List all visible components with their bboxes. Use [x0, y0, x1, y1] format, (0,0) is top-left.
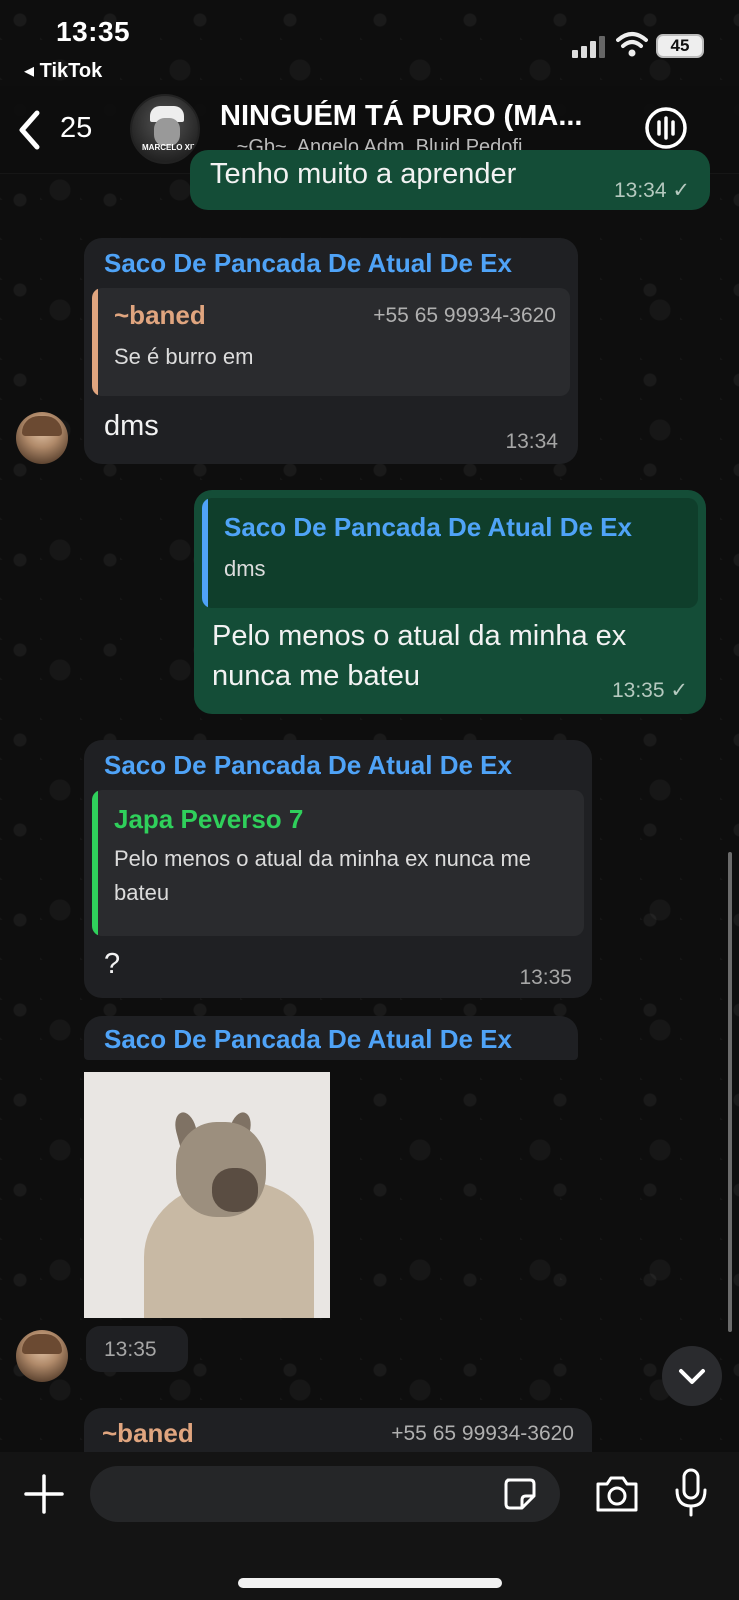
message-time: 13:35: [519, 966, 572, 989]
sender-avatar[interactable]: [16, 1330, 68, 1382]
quoted-message[interactable]: Saco De Pancada De Atual De Ex dms: [202, 498, 698, 608]
image-time-chip: 13:35: [86, 1326, 188, 1372]
microphone-icon[interactable]: [674, 1468, 708, 1518]
sender-name: ~baned: [102, 1418, 194, 1448]
sticker-icon[interactable]: [502, 1476, 538, 1512]
quote-author: Saco De Pancada De Atual De Ex: [224, 512, 632, 542]
quoted-message[interactable]: Japa Peverso 7 Pelo menos o atual da min…: [92, 790, 584, 936]
sent-check-icon: ✓: [672, 179, 690, 202]
sent-check-icon: ✓: [670, 679, 688, 702]
sender-avatar[interactable]: [16, 412, 68, 464]
message-time: 13:34 ✓: [613, 179, 690, 202]
home-indicator[interactable]: [238, 1578, 502, 1588]
camera-icon[interactable]: [594, 1474, 640, 1514]
scrollbar[interactable]: [728, 852, 732, 1332]
message-outgoing[interactable]: Tenho muito a aprender 13:34 ✓: [190, 150, 710, 210]
voice-chat-icon[interactable]: [644, 106, 688, 150]
sender-phone: +55 65 99934-3620: [391, 1422, 574, 1445]
message-time: 13:34: [505, 430, 558, 453]
back-chevron-icon[interactable]: [18, 110, 40, 150]
message-text: Tenho muito a aprender: [210, 158, 517, 190]
group-avatar[interactable]: MARCELO XIT: [130, 94, 200, 164]
quote-accent-bar: [92, 288, 98, 396]
cellular-signal-icon: [572, 36, 605, 58]
status-bar: 13:35 ◂ TikTok 45: [0, 0, 739, 86]
message-text: ?: [104, 948, 121, 980]
dog-photo[interactable]: [84, 1072, 330, 1318]
quote-accent-bar: [92, 790, 98, 936]
chevron-down-icon: [679, 1369, 705, 1384]
message-incoming-partial[interactable]: ~baned +55 65 99934-3620: [84, 1408, 592, 1452]
plus-icon[interactable]: [24, 1474, 64, 1514]
group-title[interactable]: NINGUÉM TÁ PURO (MA...: [220, 100, 583, 133]
status-time: 13:35: [56, 16, 131, 47]
message-incoming[interactable]: Saco De Pancada De Atual De Ex ~baned +5…: [84, 238, 578, 464]
quoted-message[interactable]: ~baned +55 65 99934-3620 Se é burro em: [92, 288, 570, 396]
wifi-icon: [616, 32, 648, 57]
scroll-to-bottom-button[interactable]: [662, 1346, 722, 1406]
sender-name: Saco De Pancada De Atual De Ex: [104, 750, 512, 780]
unread-count[interactable]: 25: [60, 112, 92, 145]
back-to-app-link[interactable]: ◂ TikTok: [24, 58, 102, 83]
avatar-caption: MARCELO XIT: [142, 143, 198, 152]
quote-text: Se é burro em: [114, 344, 254, 369]
message-time: 13:35 ✓: [611, 679, 688, 702]
quote-text: dms: [224, 556, 266, 581]
message-text: dms: [104, 410, 159, 442]
quote-text: Pelo menos o atual da minha ex nunca me …: [114, 846, 532, 905]
quote-phone: +55 65 99934-3620: [373, 304, 556, 327]
quote-author: ~baned: [114, 300, 206, 330]
battery-indicator: 45: [656, 34, 704, 58]
image-message-sender-header: Saco De Pancada De Atual De Ex: [84, 1016, 578, 1060]
sender-name: Saco De Pancada De Atual De Ex: [104, 1024, 512, 1054]
message-incoming[interactable]: Saco De Pancada De Atual De Ex Japa Peve…: [84, 740, 592, 998]
quote-author: Japa Peverso 7: [114, 804, 304, 834]
quote-accent-bar: [202, 498, 208, 608]
message-outgoing[interactable]: Saco De Pancada De Atual De Ex dms Pelo …: [194, 490, 706, 714]
message-time: 13:35: [104, 1338, 157, 1361]
sender-name: Saco De Pancada De Atual De Ex: [104, 248, 512, 278]
message-input[interactable]: [90, 1466, 560, 1522]
